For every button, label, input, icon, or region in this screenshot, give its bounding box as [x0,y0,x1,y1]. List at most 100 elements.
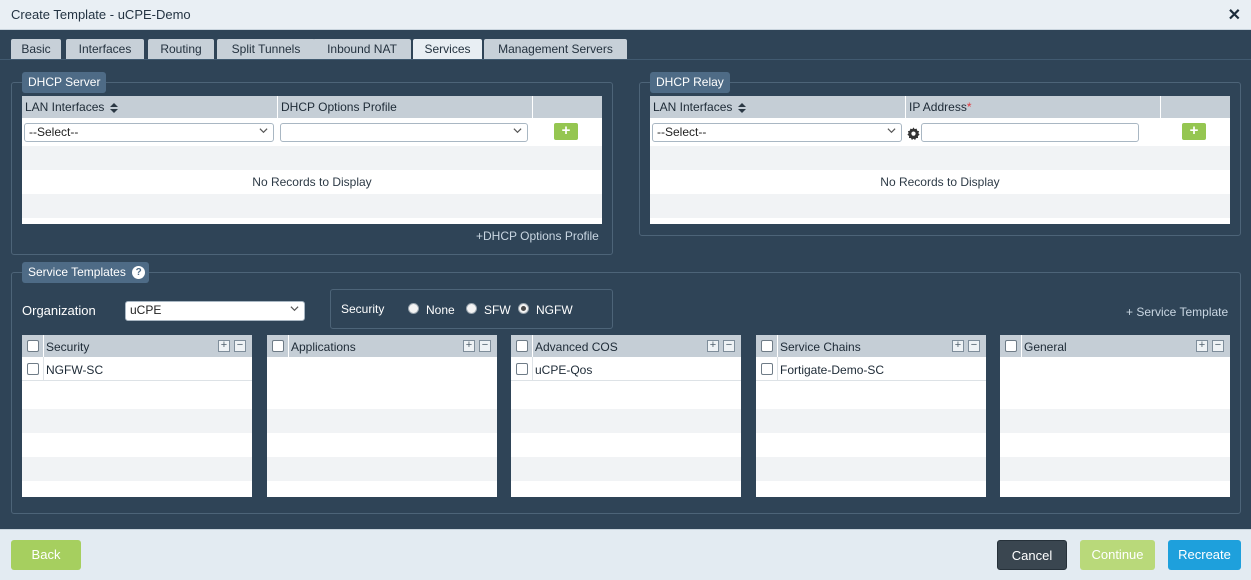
service-templates-legend: Service Templates ? [22,262,150,283]
dhcp-relay-lan-select[interactable]: --Select-- [652,123,902,142]
tab-divider [0,59,1251,60]
list-item[interactable]: NGFW-SC [22,357,252,381]
tab-interfaces[interactable]: Interfaces [66,39,144,60]
dhcp-server-lan-select[interactable]: --Select-- [24,123,274,142]
chevron-down-icon [290,306,299,312]
service-box-header: Service Chains + − [756,335,986,357]
dhcp-relay-ip-input[interactable] [921,123,1139,142]
organization-select[interactable]: uCPE [125,301,305,321]
select-all-checkbox[interactable] [761,340,773,352]
service-box-title: Service Chains [780,340,861,354]
chevron-down-icon [513,128,522,134]
chevron-down-icon [259,128,268,134]
add-icon[interactable]: + [1196,340,1208,352]
remove-icon[interactable]: − [723,340,735,352]
remove-icon[interactable]: − [968,340,980,352]
gear-icon[interactable] [907,127,920,140]
list-item[interactable]: Fortigate-Demo-SC [756,357,986,381]
lan-select-value: --Select-- [29,125,79,139]
dhcp-server-empty-text: No Records to Display [252,175,372,189]
item-checkbox[interactable] [27,363,39,375]
tab-inbound-nat[interactable]: Inbound NAT [313,39,411,60]
dialog-titlebar: Create Template - uCPE-Demo ✕ [0,0,1251,30]
col-ip-address: IP Address* [906,96,1161,118]
select-all-checkbox[interactable] [272,340,284,352]
list-stripe [22,457,252,481]
dhcp-relay-empty-text: No Records to Display [880,175,1000,189]
item-label: Fortigate-Demo-SC [780,363,885,377]
service-box-title: Security [46,340,90,354]
remove-icon[interactable]: − [1212,340,1224,352]
grid-header: LAN Interfaces IP Address* [650,96,1230,118]
chevron-down-icon [887,128,896,134]
dhcp-server-legend: DHCP Server [22,72,107,93]
grid-stripe [22,194,602,218]
list-item[interactable]: uCPE-Qos [511,357,741,381]
close-icon[interactable]: ✕ [1228,5,1241,25]
list-stripe [511,409,741,433]
add-icon[interactable]: + [218,340,230,352]
cancel-button[interactable]: Cancel [997,540,1067,570]
help-icon[interactable]: ? [132,266,146,280]
service-box-security: Security + − NGFW-SC [22,335,252,497]
item-label: uCPE-Qos [535,363,593,377]
grid-header: LAN Interfaces DHCP Options Profile [22,96,602,118]
organization-value: uCPE [130,303,162,317]
col-lan-interfaces[interactable]: LAN Interfaces [22,96,278,118]
add-icon[interactable]: + [952,340,964,352]
tab-management-servers[interactable]: Management Servers [484,39,627,60]
dialog-title: Create Template - uCPE-Demo [11,7,191,22]
add-icon[interactable]: + [463,340,475,352]
service-box-title: Advanced COS [535,340,618,354]
tab-basic[interactable]: Basic [11,39,61,60]
security-radio-sfw[interactable] [466,303,477,314]
dhcp-server-grid: LAN Interfaces DHCP Options Profile --Se… [22,96,602,224]
col-lan-interfaces-label: LAN Interfaces [653,100,733,114]
service-box-header: General + − [1000,335,1230,357]
security-radio-ngfw[interactable] [518,303,529,314]
select-all-checkbox[interactable] [27,340,39,352]
list-stripe [756,457,986,481]
dhcp-options-profile-select[interactable] [280,123,528,142]
lan-select-value: --Select-- [657,125,707,139]
back-button[interactable]: Back [11,540,81,570]
grid-stripe [650,194,1230,218]
tab-split-tunnels[interactable]: Split Tunnels [217,39,315,60]
dhcp-options-profile-link[interactable]: +DHCP Options Profile [476,229,599,243]
service-box-advanced-cos: Advanced COS + − uCPE-Qos [511,335,741,497]
security-radio-none[interactable] [408,303,419,314]
sort-icon[interactable] [109,102,118,113]
security-option-none-label: None [426,303,455,317]
grid-stripe [650,146,1230,170]
organization-label: Organization [22,303,96,318]
list-stripe [1000,457,1230,481]
continue-button[interactable]: Continue [1080,540,1155,570]
service-box-header: Security + − [22,335,252,357]
service-box-service-chains: Service Chains + − Fortigate-Demo-SC [756,335,986,497]
dhcp-server-add-button[interactable]: + [554,123,578,140]
col-lan-interfaces[interactable]: LAN Interfaces [650,96,906,118]
dhcp-relay-legend: DHCP Relay [650,72,730,93]
list-stripe [756,409,986,433]
sort-icon[interactable] [737,102,746,113]
dhcp-relay-add-button[interactable]: + [1182,123,1206,140]
select-all-checkbox[interactable] [1005,340,1017,352]
item-checkbox[interactable] [516,363,528,375]
col-dhcp-options-profile: DHCP Options Profile [278,96,533,118]
service-templates-legend-label: Service Templates [28,265,126,279]
item-checkbox[interactable] [761,363,773,375]
col-ip-address-label: IP Address [909,100,967,114]
security-option-sfw-label: SFW [484,303,511,317]
select-all-checkbox[interactable] [516,340,528,352]
tab-services[interactable]: Services [413,39,482,60]
remove-icon[interactable]: − [234,340,246,352]
remove-icon[interactable]: − [479,340,491,352]
add-icon[interactable]: + [707,340,719,352]
recreate-button[interactable]: Recreate [1168,540,1241,570]
add-service-template-link[interactable]: + Service Template [1126,305,1228,319]
service-box-header: Applications + − [267,335,497,357]
col-lan-interfaces-label: LAN Interfaces [25,100,105,114]
list-stripe [22,409,252,433]
tab-routing[interactable]: Routing [148,39,214,60]
service-box-applications: Applications + − [267,335,497,497]
